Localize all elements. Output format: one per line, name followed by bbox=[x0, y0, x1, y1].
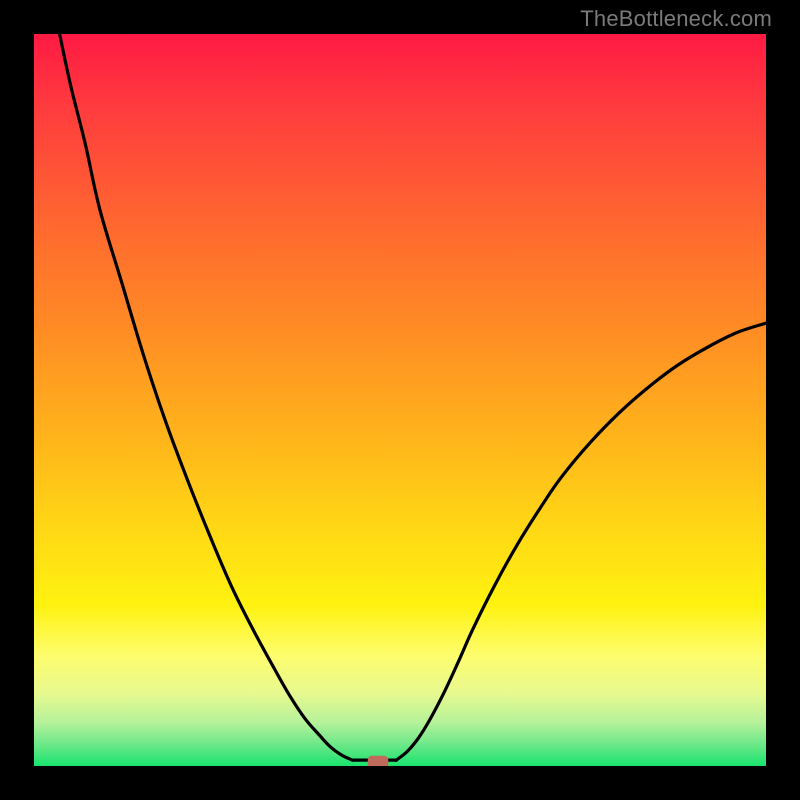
plot-area bbox=[34, 34, 766, 766]
curve-left-branch bbox=[60, 34, 353, 760]
watermark-label: TheBottleneck.com bbox=[580, 6, 772, 32]
chart-frame: TheBottleneck.com bbox=[0, 0, 800, 800]
curve-right-branch bbox=[396, 323, 766, 760]
curve-layer bbox=[34, 34, 766, 766]
min-marker bbox=[368, 756, 388, 766]
